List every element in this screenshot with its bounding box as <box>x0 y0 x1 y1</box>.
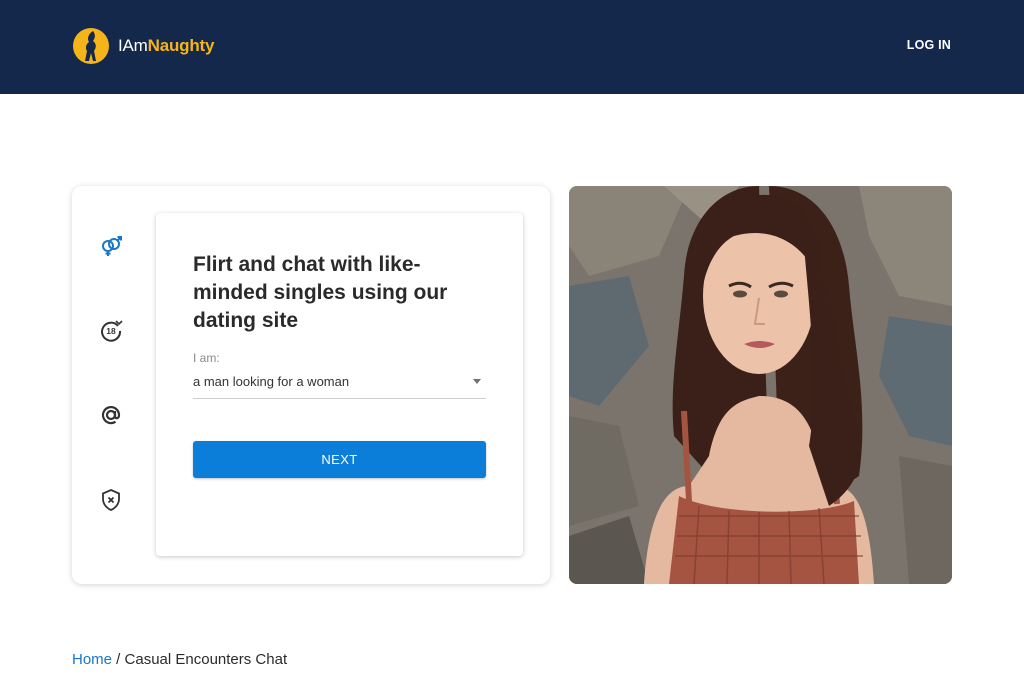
gender-icon <box>102 236 122 256</box>
shield-privacy-icon <box>102 489 120 511</box>
gender-field-label: I am: <box>193 351 220 365</box>
gender-select[interactable]: a man looking for a woman <box>193 371 486 399</box>
step-email <box>98 402 124 428</box>
top-navbar: IAmNaughty LOG IN <box>0 0 1024 94</box>
svg-text:18: 18 <box>106 326 116 336</box>
login-link[interactable]: LOG IN <box>907 38 951 52</box>
dropdown-arrow-icon <box>473 379 481 384</box>
hero-photo <box>569 186 952 584</box>
step-privacy <box>98 487 124 513</box>
breadcrumb-separator: / <box>112 651 125 668</box>
signup-card: 18 Flirt and chat with like-minded singl… <box>72 186 550 584</box>
gender-select-value: a man looking for a woman <box>193 374 350 389</box>
breadcrumb-home-link[interactable]: Home <box>72 651 112 668</box>
form-headline: Flirt and chat with like-minded singles … <box>193 253 448 332</box>
next-button[interactable]: NEXT <box>193 441 486 478</box>
breadcrumb: Home / Casual Encounters Chat <box>72 651 287 668</box>
age-18-icon: 18 <box>101 320 123 342</box>
signup-form: Flirt and chat with like-minded singles … <box>156 213 523 556</box>
brand-name: IAmNaughty <box>118 36 215 55</box>
step-gender <box>98 232 124 258</box>
woman-silhouette-logo-icon <box>73 28 109 64</box>
step-age: 18 <box>98 317 124 343</box>
at-email-icon <box>101 406 121 425</box>
brand-logo-link[interactable]: IAmNaughty <box>72 27 214 65</box>
breadcrumb-current: Casual Encounters Chat <box>124 651 288 668</box>
woman-portrait-photo <box>569 186 952 584</box>
step-indicator: 18 <box>98 232 124 572</box>
